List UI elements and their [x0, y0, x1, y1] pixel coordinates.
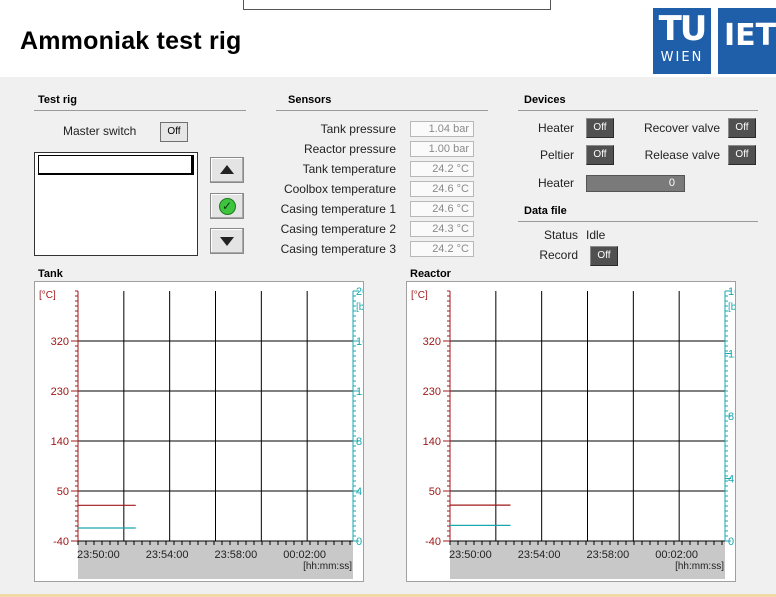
left-tick-label: 230 [51, 386, 69, 398]
step-list-selected-row[interactable] [38, 155, 194, 175]
left-unit-label: [°C] [411, 290, 428, 301]
sensor-value: 24.2 °C [410, 241, 474, 257]
iet-logo: IET [718, 8, 776, 74]
heater-power-slider[interactable]: 0 [586, 175, 685, 192]
sensors-rule [276, 110, 488, 111]
confirm-button[interactable]: ✓ [210, 193, 244, 219]
sensor-label: Casing temperature 2 [280, 222, 396, 236]
time-tick-label: 23:50:00 [77, 549, 120, 561]
chart-background [407, 282, 735, 581]
tank-chart-title: Tank [38, 268, 63, 280]
left-tick-label: 230 [423, 386, 441, 398]
sensor-value: 24.2 °C [410, 161, 474, 177]
sensor-label: Casing temperature 1 [280, 202, 396, 216]
record-label: Record [539, 248, 578, 262]
status-value: Idle [586, 228, 606, 242]
time-tick-label: 23:58:00 [214, 549, 257, 561]
left-tick-label: 140 [423, 436, 441, 448]
right-tick-label: 16 [728, 286, 735, 298]
devices-rule [518, 110, 758, 111]
right-unit-label: [bar] [728, 302, 735, 313]
tank-chart-svg: 320 230 140 50 -40 [°C] 20 16 12 8 4 0 [bar] 23:50:00… [35, 282, 376, 581]
sensor-label: Tank temperature [302, 162, 396, 176]
move-up-button[interactable] [210, 157, 244, 183]
left-unit-label: [°C] [39, 290, 56, 301]
right-tick-label: 0 [728, 536, 734, 548]
sensors-title: Sensors [288, 94, 332, 106]
right-tick-label: 0 [356, 536, 362, 548]
recover-valve-toggle[interactable]: Off [728, 118, 756, 138]
step-list[interactable] [34, 152, 198, 256]
sensor-label: Coolbox temperature [283, 182, 396, 196]
right-tick-label: 12 [728, 349, 735, 361]
right-unit-label: [bar] [356, 302, 363, 313]
peltier-toggle[interactable]: Off [586, 145, 614, 165]
reactor-chart: 320 230 140 50 -40 [°C] 16 12 8 4 0 [bar] 23:50:00 23… [406, 281, 748, 582]
reactor-chart-title: Reactor [410, 268, 451, 280]
wien-logo-text: WIEN [660, 50, 704, 65]
top-field [243, 0, 551, 10]
heater-toggle[interactable]: Off [586, 118, 614, 138]
time-tick-label: 23:58:00 [586, 549, 629, 561]
time-unit-label: [hh:mm:ss] [303, 561, 352, 572]
right-tick-label: 8 [356, 436, 362, 448]
left-tick-label: -40 [425, 536, 441, 548]
time-tick-label: 00:02:00 [655, 549, 698, 561]
record-toggle[interactable]: Off [590, 246, 618, 266]
devices-title: Devices [524, 94, 566, 106]
time-tick-label: 23:50:00 [449, 549, 492, 561]
peltier-label: Peltier [539, 148, 574, 162]
arrow-up-icon [220, 165, 234, 174]
master-switch-label: Master switch [63, 124, 137, 138]
release-valve-toggle[interactable]: Off [728, 145, 756, 165]
left-tick-label: 50 [57, 486, 69, 498]
time-tick-label: 23:54:00 [146, 549, 189, 561]
left-tick-label: 50 [429, 486, 441, 498]
right-tick-label: 12 [356, 386, 363, 398]
right-tick-label: 16 [356, 336, 363, 348]
sensor-label: Tank pressure [320, 122, 396, 136]
app-title: Ammoniak test rig [20, 27, 242, 55]
test-rig-rule [34, 110, 246, 111]
test-rig-title: Test rig [38, 94, 77, 106]
time-tick-label: 23:54:00 [518, 549, 561, 561]
sensor-value: 1.04 bar [410, 121, 474, 137]
heater-power-label: Heater [537, 176, 574, 190]
check-icon: ✓ [218, 198, 236, 215]
sensor-value: 24.6 °C [410, 181, 474, 197]
status-label: Status [543, 228, 578, 242]
sensor-label: Reactor pressure [303, 142, 396, 156]
data-file-rule [518, 221, 758, 222]
master-switch-button[interactable]: Off [160, 122, 188, 142]
heater-label: Heater [537, 121, 574, 135]
left-tick-label: -40 [53, 536, 69, 548]
left-tick-label: 140 [51, 436, 69, 448]
sensor-value: 24.6 °C [410, 201, 474, 217]
iet-logo-text: IET [724, 18, 776, 53]
tu-wien-logo: TU WIEN [653, 8, 711, 74]
header: Ammoniak test rig TU WIEN IET [0, 0, 776, 76]
move-down-button[interactable] [210, 228, 244, 254]
sensor-value: 24.3 °C [410, 221, 474, 237]
right-tick-label: 4 [728, 474, 734, 486]
recover-valve-label: Recover valve [643, 121, 720, 135]
chart-background [35, 282, 363, 581]
right-tick-label: 8 [728, 411, 734, 423]
left-tick-label: 320 [423, 336, 441, 348]
tank-chart: 320 230 140 50 -40 [°C] 20 16 12 8 4 0 [bar] 23:50:00… [34, 281, 376, 582]
sensor-value: 1.00 bar [410, 141, 474, 157]
left-tick-label: 320 [51, 336, 69, 348]
release-valve-label: Release valve [644, 148, 720, 162]
data-file-title: Data file [524, 205, 567, 217]
sensor-label: Casing temperature 3 [280, 242, 396, 256]
right-tick-label: 4 [356, 486, 362, 498]
right-tick-label: 20 [356, 286, 363, 298]
time-unit-label: [hh:mm:ss] [675, 561, 724, 572]
arrow-down-icon [220, 237, 234, 246]
tu-logo-text: TU [658, 9, 708, 49]
time-tick-label: 00:02:00 [283, 549, 326, 561]
reactor-chart-svg: 320 230 140 50 -40 [°C] 16 12 8 4 0 [bar] 23:50:00 23… [407, 282, 748, 581]
